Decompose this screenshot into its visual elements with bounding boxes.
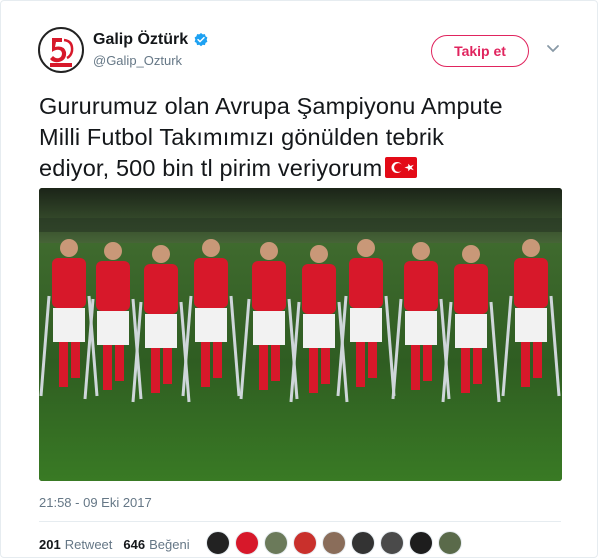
tweet-timestamp[interactable]: 21:58 - 09 Eki 2017 [39,495,152,510]
liker-avatar-2[interactable] [235,531,259,555]
tweet-stats: 201 Retweet 646 Beğeni [39,537,201,552]
liker-avatar-7[interactable] [380,531,404,555]
liker-avatar-9[interactable] [438,531,462,555]
like-label[interactable]: Beğeni [149,537,189,552]
chevron-down-icon[interactable] [546,44,560,54]
verified-badge-icon [194,33,208,47]
tweet-text-line: Gururumuz olan Avrupa Şampiyonu Ampute [39,93,503,119]
liker-avatar-1[interactable] [206,531,230,555]
team-photo-image [39,188,562,481]
retweet-count[interactable]: 201 [39,537,61,552]
turkey-flag-icon [385,157,418,178]
tweet-text-line: Milli Futbol Takımımızı gönülden tebrik [39,124,445,150]
tweet-photo[interactable] [39,188,562,481]
avatar-logo-icon [41,30,81,70]
tweet-text-line-3: ediyor, 500 bin tl pirim veriyorum [39,155,383,181]
tweet-text: Gururumuz olan Avrupa Şampiyonu Ampute M… [39,91,569,184]
liker-avatar-6[interactable] [351,531,375,555]
like-count[interactable]: 646 [123,537,145,552]
author-avatar[interactable] [38,27,84,73]
liker-avatar-3[interactable] [264,531,288,555]
tweet-text-line: ediyor, 500 bin tl pirim veriyorum [39,153,569,184]
retweet-label[interactable]: Retweet [65,537,113,552]
liker-avatar-5[interactable] [322,531,346,555]
follow-button[interactable]: Takip et [431,35,529,67]
divider [39,521,561,522]
liker-avatar-8[interactable] [409,531,433,555]
author-name-row: Galip Öztürk [93,31,209,49]
likers-avatars [206,531,467,555]
author-handle[interactable]: @Galip_Ozturk [93,53,182,68]
liker-avatar-4[interactable] [293,531,317,555]
author-name[interactable]: Galip Öztürk [93,31,188,49]
tweet-card: Galip Öztürk @Galip_Ozturk Takip et Guru… [0,0,598,558]
